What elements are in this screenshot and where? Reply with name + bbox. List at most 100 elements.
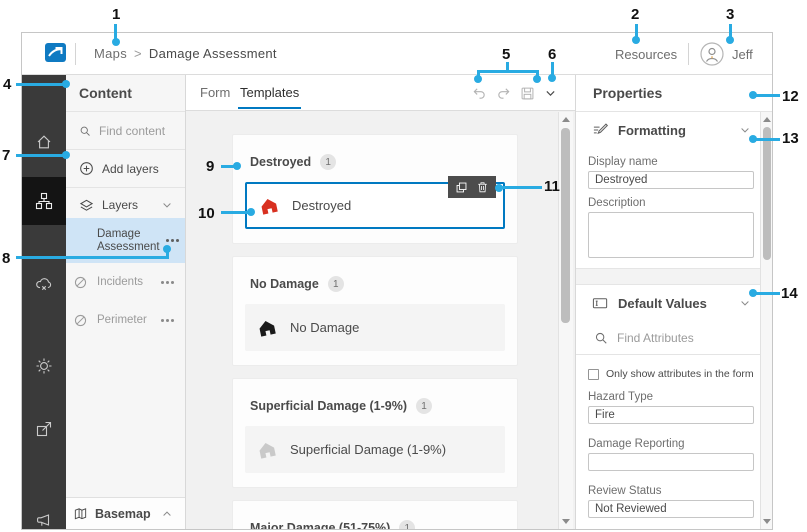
resources-link[interactable]: Resources	[615, 47, 677, 62]
display-name-input[interactable]	[588, 171, 754, 189]
house-icon	[256, 317, 277, 338]
template-group-major: Major Damage (51-75%) 1	[232, 500, 518, 530]
scroll-up-arrow[interactable]	[562, 117, 570, 122]
find-attributes-search[interactable]	[576, 321, 772, 355]
callout-3: 3	[726, 6, 734, 23]
properties-panel: Properties Formatting Display name Descr…	[575, 75, 772, 529]
find-attributes-input[interactable]	[617, 331, 737, 345]
properties-scrollbar[interactable]	[760, 112, 773, 529]
rail-settings-icon[interactable]	[22, 343, 66, 389]
content-panel: Content Add layers Layers Damage Assessm…	[66, 75, 186, 529]
formatting-section-header[interactable]: Formatting	[576, 112, 772, 148]
default-values-section-header[interactable]: Default Values	[576, 285, 772, 321]
more-options-chevron[interactable]	[544, 87, 557, 100]
search-icon	[594, 331, 608, 345]
template-group-destroyed: Destroyed 1 Destroyed	[232, 134, 518, 244]
template-cards: Destroyed 1 Destroyed No Damage 1	[232, 134, 518, 530]
rail-feedback-icon[interactable]	[22, 497, 66, 530]
hazard-type-input[interactable]	[588, 406, 754, 424]
undo-button[interactable]	[472, 86, 487, 101]
chevron-up-icon	[161, 508, 173, 520]
basemap-icon	[73, 506, 88, 521]
scroll-down-arrow[interactable]	[763, 519, 771, 524]
chevron-down-icon	[739, 297, 751, 309]
default-values-title: Default Values	[618, 296, 707, 311]
layers-icon	[79, 198, 94, 213]
tab-form[interactable]: Form	[200, 85, 230, 100]
rail-share-icon[interactable]	[22, 406, 66, 452]
only-show-checkbox[interactable]	[588, 369, 599, 380]
basemap-section[interactable]: Basemap	[66, 497, 185, 529]
breadcrumb: Maps>Damage Assessment	[94, 46, 277, 61]
topbar-divider	[75, 43, 76, 65]
navigation-rail	[22, 75, 66, 529]
rail-content-icon[interactable]	[22, 177, 66, 225]
group-title: Superficial Damage (1-9%)	[250, 399, 407, 413]
avatar[interactable]	[700, 42, 724, 66]
callout-6: 6	[548, 46, 556, 63]
damage-reporting-input[interactable]	[588, 453, 754, 471]
group-count-badge: 1	[416, 398, 432, 414]
find-content-input[interactable]	[99, 124, 185, 138]
section-separator	[576, 268, 772, 285]
callout-11: 11	[544, 178, 560, 195]
layer-options-icon[interactable]	[166, 239, 175, 242]
top-bar: Maps>Damage Assessment Resources Jeff	[22, 33, 772, 75]
group-count-badge: 1	[328, 276, 344, 292]
layers-section-header[interactable]: Layers	[66, 188, 185, 218]
center-scrollbar[interactable]	[558, 112, 573, 529]
rail-home-icon[interactable]	[22, 119, 66, 165]
house-icon	[256, 439, 277, 460]
plus-circle-icon	[79, 161, 94, 176]
save-button[interactable]	[520, 86, 535, 101]
group-count-badge: 1	[399, 520, 415, 530]
template-hover-toolbar	[448, 176, 496, 198]
rail-offline-icon[interactable]	[22, 261, 66, 307]
breadcrumb-current: Damage Assessment	[149, 46, 277, 61]
review-status-input[interactable]	[588, 500, 754, 518]
user-name[interactable]: Jeff	[732, 47, 753, 62]
layer-item-perimeter[interactable]: Perimeter	[66, 301, 185, 339]
prohibit-icon	[73, 313, 88, 328]
scroll-down-arrow[interactable]	[562, 519, 570, 524]
templates-area: Form Templates Destroyed 1	[186, 75, 575, 529]
callout-5: 5	[502, 46, 510, 63]
chevron-down-icon	[739, 124, 751, 136]
template-group-superficial: Superficial Damage (1-9%) 1 Superficial …	[232, 378, 518, 488]
scroll-thumb[interactable]	[763, 127, 771, 260]
callout-12: 12	[782, 88, 799, 105]
breadcrumb-separator: >	[127, 46, 149, 61]
formatting-icon	[592, 122, 609, 138]
group-title: Destroyed	[250, 155, 311, 169]
layer-options-icon[interactable]	[161, 319, 175, 322]
layer-options-icon[interactable]	[161, 281, 175, 284]
scroll-up-arrow[interactable]	[763, 117, 771, 122]
description-label: Description	[588, 197, 772, 209]
callout-1: 1	[112, 6, 120, 23]
content-panel-title: Content	[66, 75, 185, 112]
layer-item-incidents[interactable]: Incidents	[66, 263, 185, 301]
tab-templates[interactable]: Templates	[240, 85, 299, 100]
callout-9: 9	[206, 158, 214, 175]
topbar-divider-2	[688, 43, 689, 65]
properties-title: Properties	[576, 75, 772, 112]
delete-icon[interactable]	[476, 181, 489, 194]
template-item-no-damage[interactable]: No Damage	[245, 304, 505, 351]
layer-name: Perimeter	[97, 314, 147, 326]
esri-logo-icon[interactable]	[45, 43, 66, 62]
find-content-search[interactable]	[66, 112, 185, 150]
template-item-superficial[interactable]: Superficial Damage (1-9%)	[245, 426, 505, 473]
hazard-type-label: Hazard Type	[588, 391, 772, 403]
layer-name: Incidents	[97, 276, 143, 288]
add-layers-label: Add layers	[102, 162, 159, 176]
template-item-label: Superficial Damage (1-9%)	[290, 442, 446, 457]
breadcrumb-maps-link[interactable]: Maps	[94, 46, 127, 61]
template-group-no-damage: No Damage 1 No Damage	[232, 256, 518, 366]
redo-button[interactable]	[496, 86, 511, 101]
template-item-label: Destroyed	[292, 198, 351, 213]
only-show-attributes-row[interactable]: Only show attributes in the form	[588, 368, 772, 380]
duplicate-icon[interactable]	[455, 181, 468, 194]
description-input[interactable]	[588, 212, 754, 258]
add-layers-button[interactable]: Add layers	[66, 150, 185, 188]
scroll-thumb[interactable]	[561, 128, 570, 323]
